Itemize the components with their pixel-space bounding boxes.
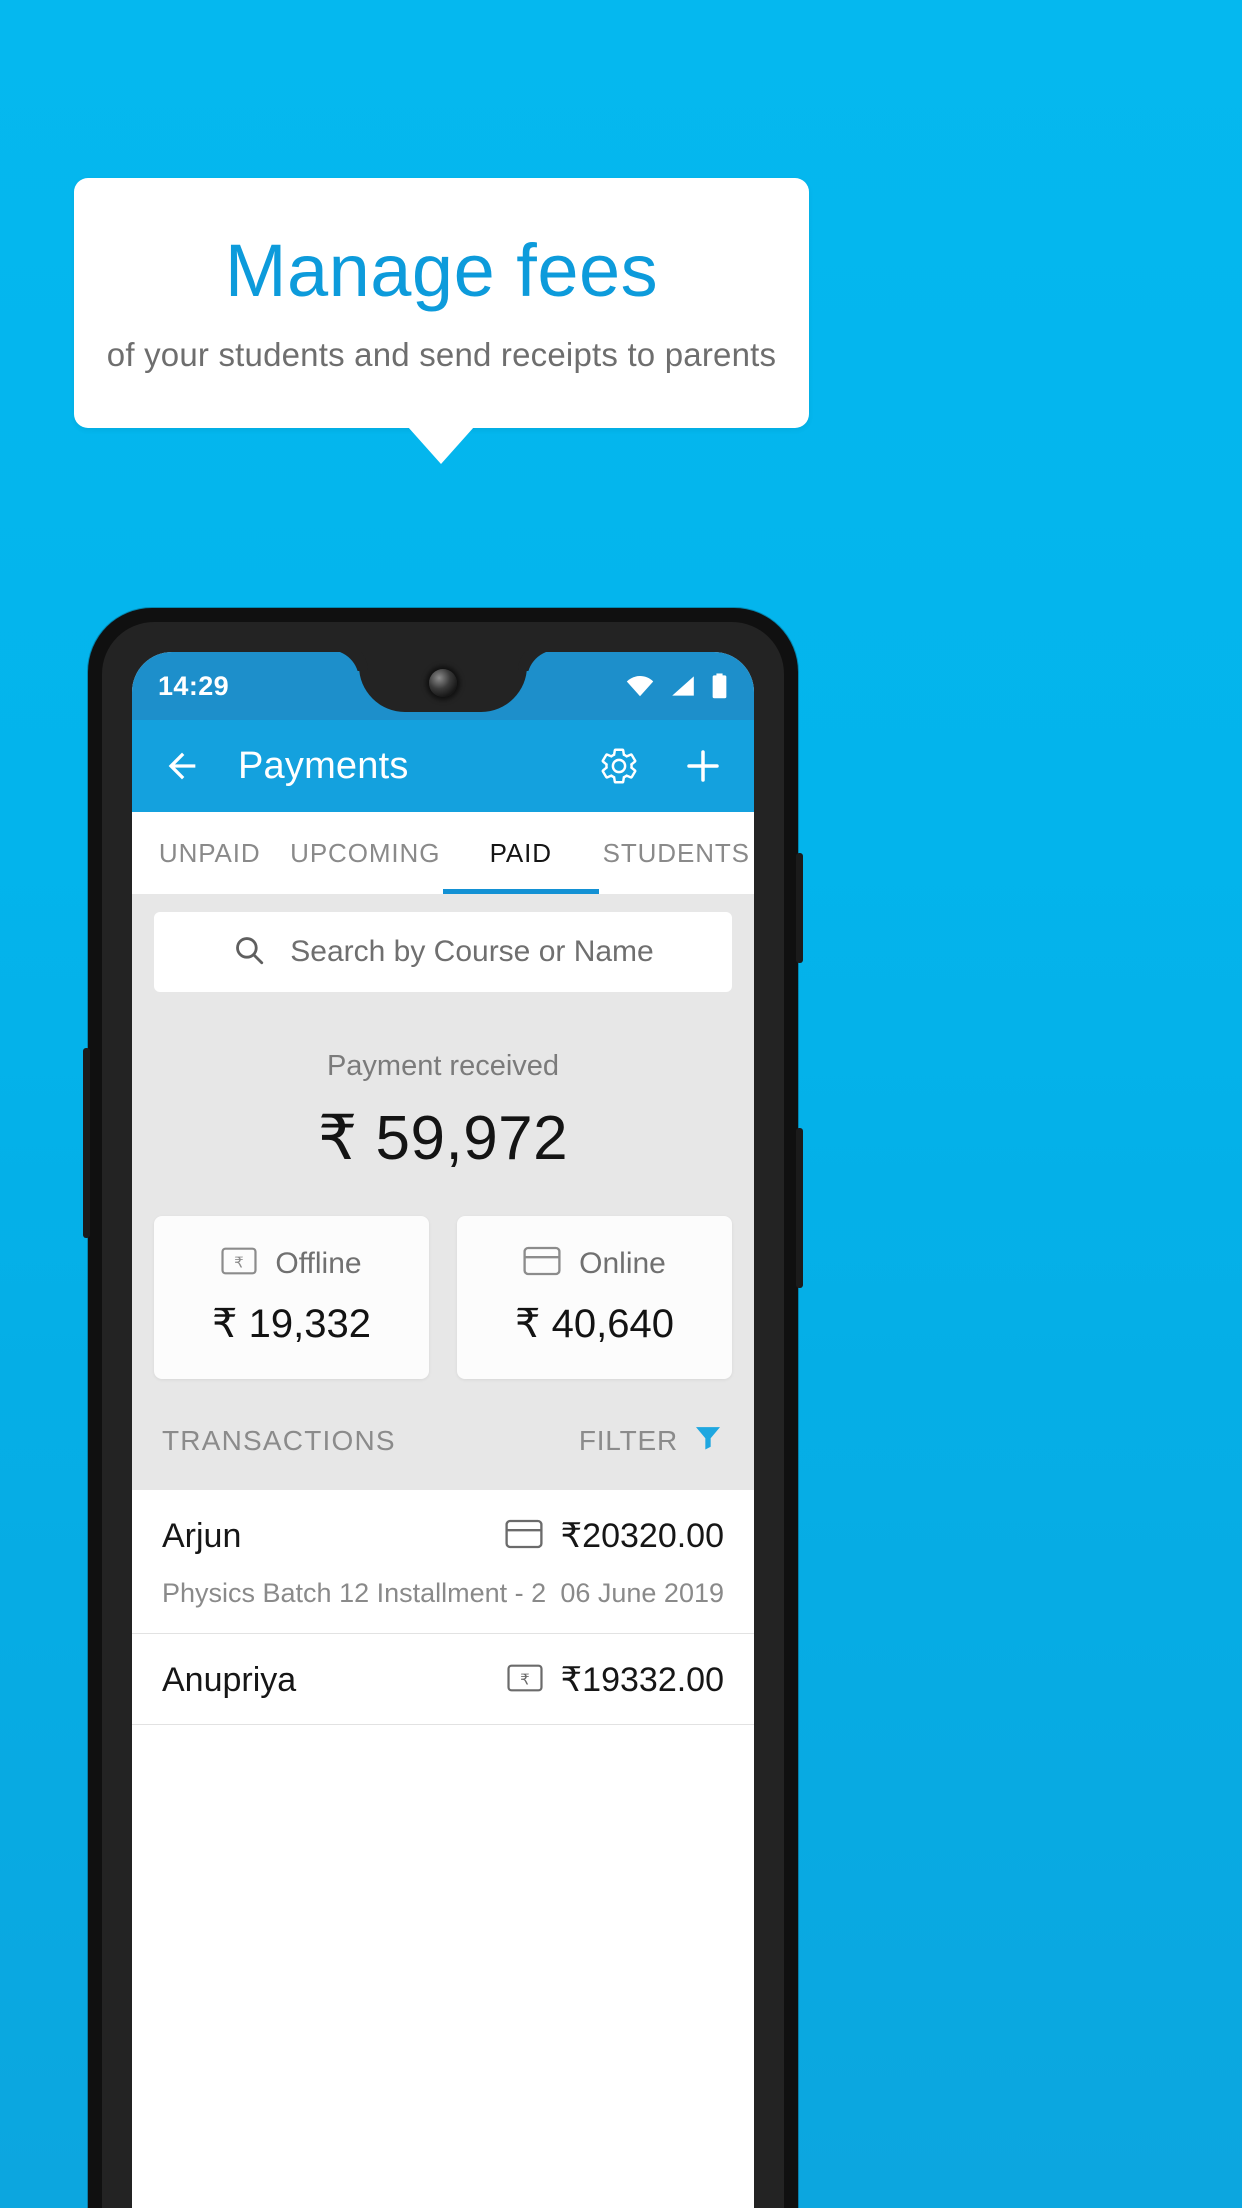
offline-payment-card[interactable]: ₹ Offline ₹ 19,332: [154, 1216, 429, 1379]
transaction-primary-line: Anupriya ₹ ₹19332.00: [162, 1660, 724, 1700]
rupee-note-icon: ₹: [506, 1663, 543, 1698]
online-label: Online: [579, 1246, 666, 1280]
search-inner: Search by Course or Name: [232, 933, 654, 972]
summary-amount: ₹ 59,972: [317, 1104, 569, 1173]
payment-summary: Payment received ₹ 59,972: [132, 992, 754, 1182]
status-icons: [625, 673, 728, 699]
tab-paid[interactable]: PAID: [443, 812, 599, 894]
status-time: 14:29: [158, 670, 230, 701]
callout-tail: [408, 427, 474, 464]
search-placeholder: Search by Course or Name: [290, 935, 654, 968]
transaction-amount: ₹19332.00: [560, 1661, 724, 1699]
tab-unpaid[interactable]: UNPAID: [132, 812, 288, 894]
transaction-amount: ₹20320.00: [560, 1517, 724, 1555]
summary-label: Payment received: [326, 1050, 560, 1082]
transactions-title: TRANSACTIONS: [162, 1424, 396, 1456]
battery-icon: [711, 673, 728, 699]
tab-upcoming[interactable]: UPCOMING: [288, 812, 444, 894]
online-payment-card[interactable]: Online ₹ 40,640: [457, 1216, 732, 1379]
offline-label: Offline: [275, 1246, 362, 1280]
table-row[interactable]: Arjun ₹20320.00 Physics Batch 12 Install…: [132, 1490, 754, 1634]
phone-volume-button: [796, 1128, 803, 1288]
phone-device: 14:29 Payments UNPAID UPCOMING PAID STUD…: [83, 608, 803, 2208]
transaction-name: Anupriya: [162, 1660, 297, 1699]
payment-method-cards: ₹ Offline ₹ 19,332 Online ₹ 40,640: [132, 1182, 754, 1379]
offline-amount: ₹ 19,332: [212, 1302, 371, 1346]
phone-bezel: 14:29 Payments UNPAID UPCOMING PAID STUD…: [102, 622, 784, 2208]
transaction-amount-group: ₹ ₹19332.00: [506, 1660, 724, 1700]
front-camera-icon: [429, 669, 457, 697]
tab-students[interactable]: STUDENTS: [599, 812, 755, 894]
funnel-icon: [692, 1421, 724, 1460]
app-bar: Payments: [132, 720, 754, 812]
tab-bar: UNPAID UPCOMING PAID STUDENTS: [132, 812, 754, 894]
content-area: Search by Course or Name Payment receive…: [132, 894, 754, 1725]
app-bar-title: Payments: [238, 744, 409, 787]
wifi-icon: [625, 674, 655, 698]
app-bar-actions: [598, 745, 724, 787]
gear-icon[interactable]: [598, 745, 640, 787]
credit-card-icon: [523, 1246, 561, 1281]
phone-screen: 14:29 Payments UNPAID UPCOMING PAID STUD…: [132, 652, 754, 2208]
promo-subtitle: of your students and send receipts to pa…: [106, 335, 777, 373]
promo-callout-card: Manage fees of your students and send re…: [74, 178, 809, 428]
status-bar: 14:29: [132, 652, 754, 720]
phone-power-button: [796, 853, 803, 963]
search-input[interactable]: Search by Course or Name: [154, 912, 732, 992]
search-icon: [232, 933, 266, 972]
transaction-primary-line: Arjun ₹20320.00: [162, 1516, 724, 1556]
search-section: Search by Course or Name: [132, 894, 754, 992]
transaction-name: Arjun: [162, 1516, 242, 1555]
offline-card-head: ₹ Offline: [154, 1246, 429, 1281]
back-arrow-icon[interactable]: [162, 746, 202, 786]
transaction-amount-group: ₹20320.00: [504, 1516, 724, 1556]
table-row[interactable]: Anupriya ₹ ₹19332.00: [132, 1634, 754, 1725]
transaction-secondary-line: Physics Batch 12 Installment - 2 06 June…: [162, 1578, 724, 1609]
transaction-date: 06 June 2019: [560, 1578, 724, 1608]
online-amount: ₹ 40,640: [515, 1302, 674, 1346]
transactions-list: Arjun ₹20320.00 Physics Batch 12 Install…: [132, 1490, 754, 1725]
rupee-note-icon: ₹: [221, 1246, 257, 1281]
plus-icon[interactable]: [682, 745, 724, 787]
notch: [359, 652, 527, 712]
svg-text:₹: ₹: [235, 1254, 245, 1271]
filter-button[interactable]: FILTER: [579, 1421, 724, 1460]
signal-icon: [669, 674, 697, 698]
promo-title: Manage fees: [224, 229, 659, 313]
transaction-description: Physics Batch 12 Installment - 2: [162, 1578, 547, 1608]
filter-label: FILTER: [578, 1424, 678, 1456]
svg-text:₹: ₹: [520, 1671, 530, 1688]
credit-card-icon: [504, 1519, 543, 1554]
transactions-header: TRANSACTIONS FILTER: [132, 1379, 754, 1490]
phone-side-button-left: [83, 1048, 90, 1238]
online-card-head: Online: [457, 1246, 732, 1281]
